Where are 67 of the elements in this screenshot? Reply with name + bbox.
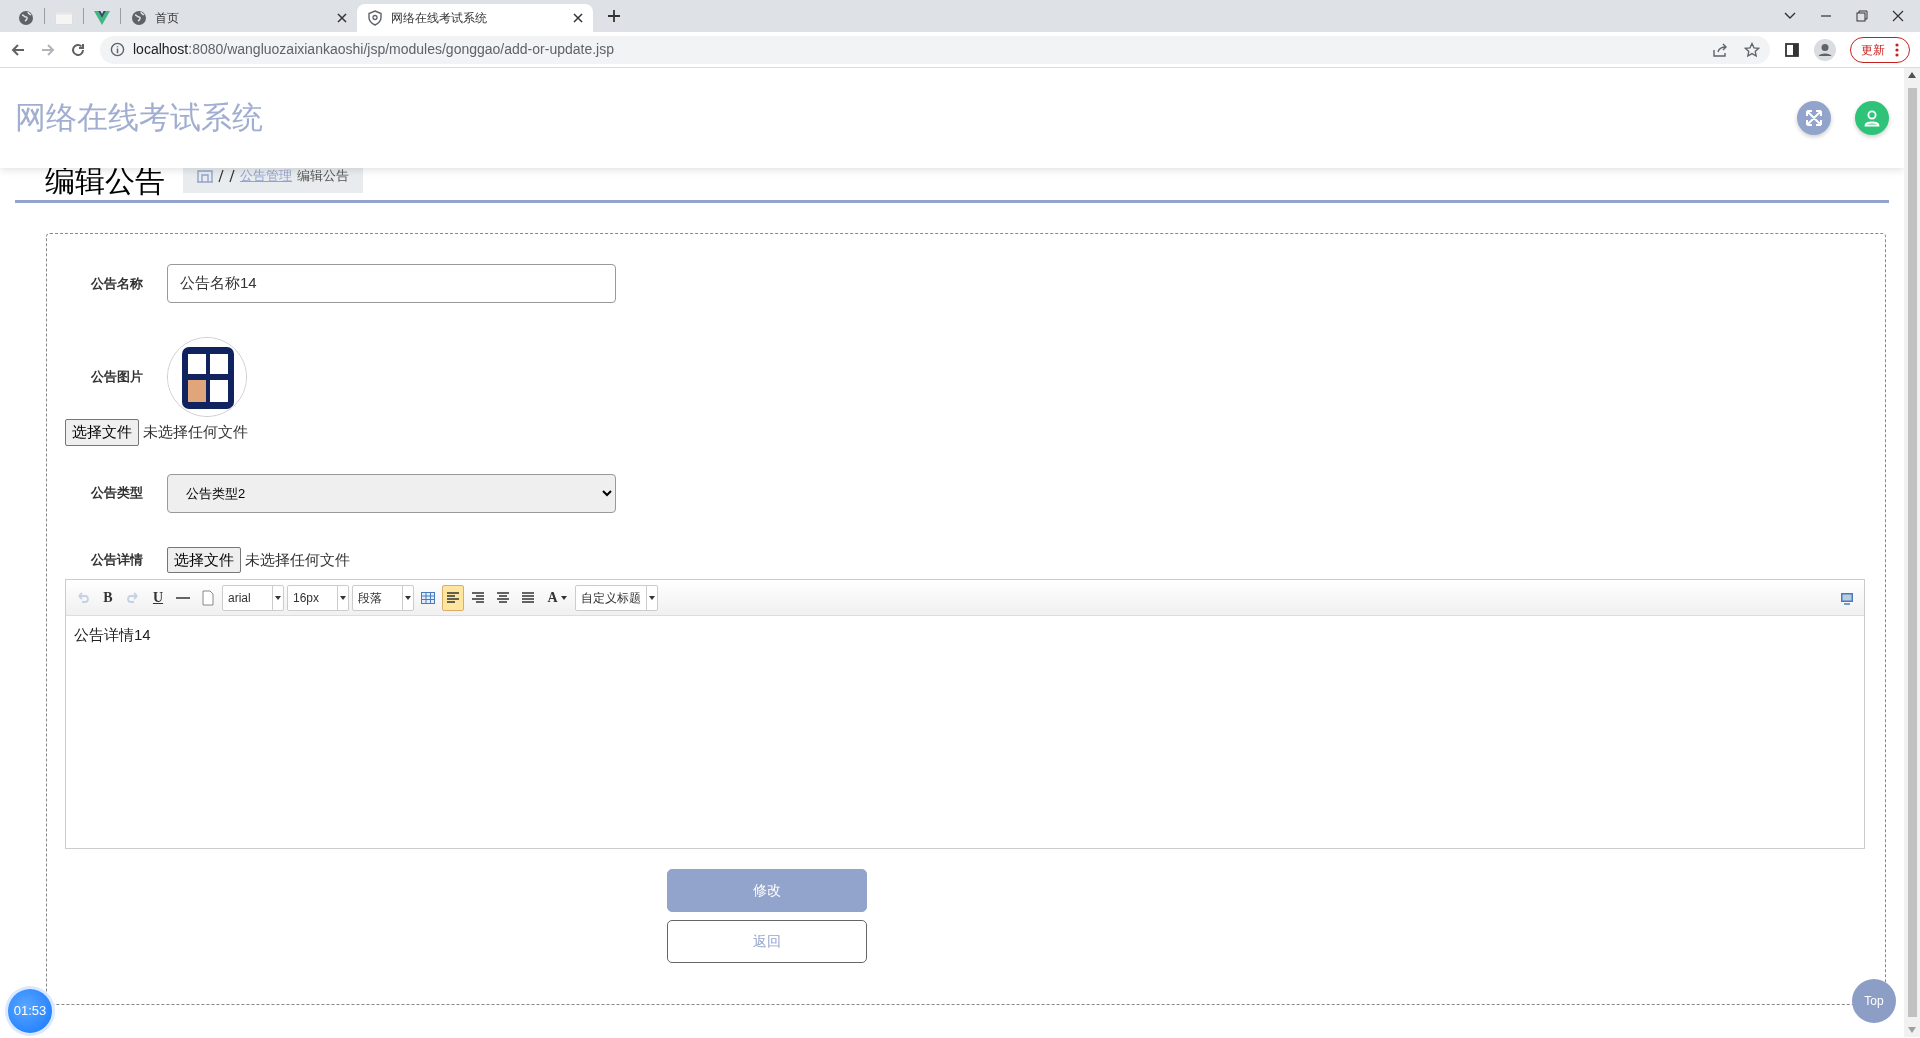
- table-icon: [420, 589, 436, 606]
- file-status-text: 未选择任何文件: [245, 549, 350, 570]
- page-icon: [200, 589, 216, 606]
- align-left-icon: [445, 589, 461, 606]
- site-title: 网络在线考试系统: [15, 98, 263, 137]
- close-icon[interactable]: [1892, 10, 1904, 22]
- undo-icon: [75, 589, 91, 606]
- profile-icon[interactable]: [1814, 38, 1836, 61]
- field-label: 公告详情: [90, 551, 144, 569]
- toolbar-dropdown[interactable]: arial: [222, 584, 284, 611]
- info-icon[interactable]: [110, 42, 125, 57]
- new-tab-icon[interactable]: [607, 9, 621, 23]
- align-justify-icon: [520, 589, 536, 606]
- caret-icon: [340, 595, 346, 600]
- close-icon[interactable]: [337, 13, 347, 23]
- align-center-icon: [495, 589, 511, 606]
- align-right-icon: [470, 589, 486, 606]
- breadcrumb-current: 编辑公告: [297, 166, 349, 185]
- file-status-text: 未选择任何文件: [143, 422, 248, 442]
- slash-icon: [218, 168, 224, 183]
- user-icon: [1863, 109, 1881, 127]
- update-button[interactable]: 更新: [1850, 36, 1910, 63]
- file-button[interactable]: 选择文件: [167, 546, 241, 573]
- reload-icon[interactable]: [70, 41, 86, 58]
- url-text: localhost:8080/wangluozaixiankaoshi/jsp/modules/gonggao/add-or-update.jsp: [133, 40, 614, 59]
- caret-icon: [560, 595, 567, 600]
- scroll-up-icon[interactable]: [1908, 72, 1916, 78]
- align-left-button[interactable]: [442, 584, 464, 611]
- slash-icon: [229, 168, 235, 183]
- toolbar-dropdown[interactable]: 自定义标题: [575, 584, 658, 611]
- close-icon[interactable]: [573, 13, 583, 23]
- globe-icon: [131, 10, 147, 26]
- shield-icon: [367, 10, 383, 26]
- bold-button[interactable]: B: [97, 584, 119, 611]
- underline-button[interactable]: U: [147, 584, 169, 611]
- side-panel-icon[interactable]: [1784, 41, 1800, 58]
- redo-icon: [125, 589, 141, 606]
- share-icon[interactable]: [1712, 41, 1728, 58]
- dropdown-icon[interactable]: [1784, 12, 1796, 20]
- more-icon[interactable]: [1895, 43, 1899, 58]
- back-icon[interactable]: [10, 41, 26, 58]
- restore-icon[interactable]: [1856, 10, 1868, 22]
- globe-icon: [18, 10, 34, 26]
- type-select[interactable]: 公告类型2: [167, 473, 616, 513]
- font-color-button[interactable]: A: [542, 584, 572, 611]
- toolbar-dropdown[interactable]: 段落: [352, 584, 414, 611]
- field-label: 公告名称: [90, 274, 144, 293]
- timer-badge: 01:53: [8, 989, 52, 1033]
- hr-icon: [176, 596, 190, 599]
- expand-icon: [1805, 109, 1823, 127]
- blank-page-icon: [55, 11, 73, 25]
- star-icon[interactable]: [1744, 41, 1760, 58]
- v-logo-icon: [94, 11, 110, 25]
- scrollbar[interactable]: [1904, 68, 1920, 1037]
- field-label: 公告类型: [90, 484, 144, 503]
- caret-icon: [649, 595, 655, 600]
- browser-tab[interactable]: 首页: [121, 4, 357, 32]
- caret-icon: [405, 595, 411, 600]
- field-label: 公告图片: [90, 368, 144, 387]
- address-bar[interactable]: localhost:8080/wangluozaixiankaoshi/jsp/modules/gonggao/add-or-update.jsp: [100, 35, 1770, 64]
- page-title: 编辑公告: [44, 163, 166, 199]
- caret-icon: [275, 595, 281, 600]
- file-button[interactable]: 选择文件: [65, 419, 139, 446]
- text-field[interactable]: 公告名称14: [167, 264, 616, 303]
- browser-tab[interactable]: 网络在线考试系统: [357, 4, 593, 32]
- toolbar-dropdown[interactable]: 16px: [287, 584, 349, 611]
- editor-content-text: 公告详情14: [74, 626, 151, 643]
